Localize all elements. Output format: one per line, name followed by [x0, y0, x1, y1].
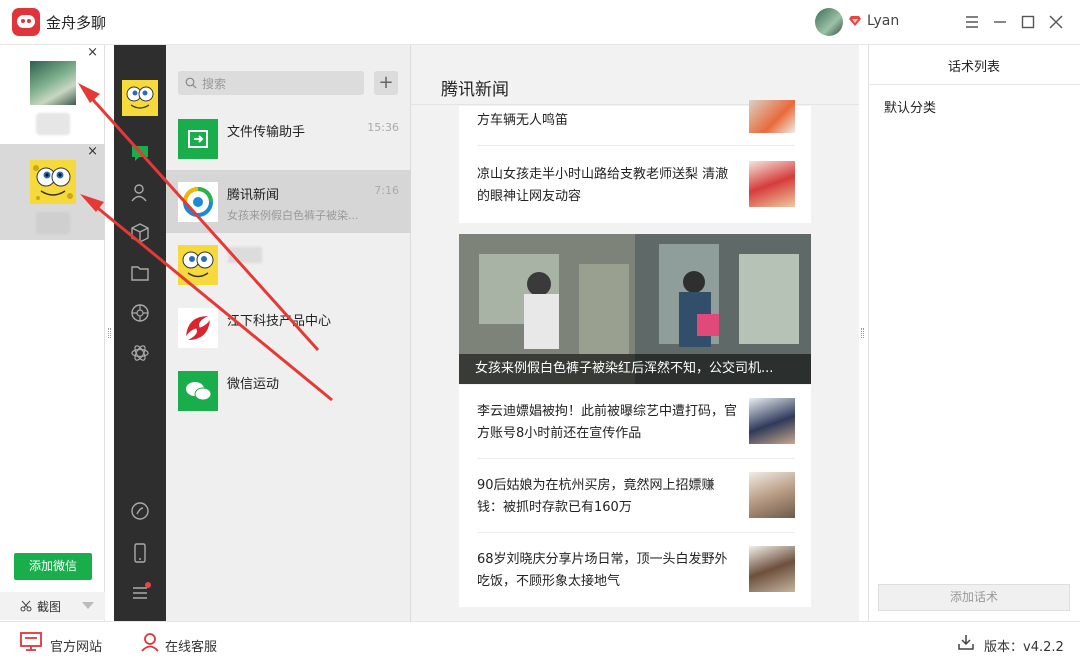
news-thumbnail — [749, 546, 795, 592]
title-bar — [0, 0, 1080, 45]
chat-item[interactable] — [166, 233, 411, 296]
news-thumbnail — [749, 100, 795, 133]
hero-caption: 女孩来例假白色裤子被染红后浑然不知，公交司机... — [459, 354, 811, 384]
jiangxia-tech-icon — [178, 308, 218, 348]
account-name-blurred — [36, 212, 70, 234]
file-transfer-icon — [178, 119, 218, 159]
menu-icon[interactable] — [962, 12, 982, 32]
add-wechat-button[interactable]: 添加微信 — [14, 553, 92, 580]
search-icon — [185, 77, 197, 89]
tencent-news-icon — [178, 182, 218, 222]
online-service-link[interactable]: 在线客服 — [165, 636, 217, 655]
chat-item[interactable]: 文件传输助手 15:36 — [166, 107, 411, 170]
user-avatar[interactable] — [815, 8, 843, 36]
favorites-cube-icon[interactable] — [129, 222, 151, 244]
settings-menu-icon[interactable] — [129, 582, 151, 604]
news-item[interactable]: 凉山女孩走半小时山路给支教老师送梨 清澈的眼神让网友动容 — [459, 148, 811, 220]
news-title: 李云迪嫖娼被拘！此前被曝综艺中遭打码，官方账号8小时前还在宣传作品 — [477, 404, 738, 441]
customer-service-icon — [141, 633, 159, 652]
news-card: 李云迪嫖娼被拘！此前被曝综艺中遭打码，官方账号8小时前还在宣传作品 90后姑娘为… — [459, 385, 811, 607]
moments-icon[interactable] — [129, 302, 151, 324]
chat-name: 文件传输助手 — [227, 125, 306, 140]
chat-preview: 女孩来例假白色裤子被染... — [227, 209, 359, 222]
account-column: × × — [0, 45, 105, 621]
scissors-icon — [20, 600, 32, 612]
default-category-item[interactable]: 默认分类 — [884, 97, 936, 116]
news-title: 90后姑娘为在杭州买房，竟然网上招嫖赚钱：被抓时存款已有160万 — [477, 478, 715, 515]
chat-name-blurred — [228, 247, 262, 263]
minimize-icon[interactable] — [990, 12, 1010, 32]
dropdown-arrow-icon[interactable] — [82, 602, 94, 609]
nav-rail — [114, 45, 166, 621]
add-script-button[interactable]: 添加话术 — [878, 584, 1070, 611]
splitter-handle[interactable] — [108, 328, 111, 338]
spongebob-avatar — [30, 160, 76, 204]
search-input[interactable]: 搜索 — [178, 71, 364, 95]
folder-icon[interactable] — [129, 262, 151, 284]
chat-name: 微信运动 — [227, 377, 280, 392]
user-name[interactable]: Lyan — [867, 13, 899, 29]
chat-name: 腾讯新闻 — [227, 188, 280, 203]
news-title: 凉山女孩走半小时山路给支教老师送梨 清澈的眼神让网友动容 — [477, 167, 729, 204]
close-account-icon[interactable]: × — [87, 45, 98, 60]
phone-icon[interactable] — [129, 542, 151, 564]
mini-program-icon[interactable] — [129, 342, 151, 364]
monitor-icon — [20, 632, 42, 651]
account-tab-active[interactable]: × — [0, 144, 105, 240]
chat-name: 江下科技产品中心 — [227, 314, 332, 329]
news-item[interactable]: 90后姑娘为在杭州买房，竟然网上招嫖赚钱：被抓时存款已有160万 — [459, 459, 811, 533]
spongebob-avatar — [178, 245, 218, 285]
footer-bar — [0, 621, 1080, 662]
screenshot-label: 截图 — [37, 600, 62, 614]
maximize-icon[interactable] — [1018, 12, 1038, 32]
news-thumbnail — [749, 398, 795, 444]
divider — [477, 145, 795, 146]
scripts-panel — [868, 45, 1080, 621]
download-update-icon[interactable] — [957, 633, 975, 651]
wechat-sport-icon — [178, 371, 218, 411]
close-account-icon[interactable]: × — [87, 144, 98, 159]
news-card: 方车辆无人鸣笛 凉山女孩走半小时山路给支教老师送梨 清澈的眼神让网友动容 — [459, 100, 811, 223]
news-item[interactable]: 李云迪嫖娼被拘！此前被曝综艺中遭打码，官方账号8小时前还在宣传作品 — [459, 385, 811, 459]
close-window-icon[interactable] — [1046, 12, 1066, 32]
conversation-title: 腾讯新闻 — [441, 80, 509, 100]
search-placeholder: 搜索 — [202, 77, 227, 91]
chat-item[interactable]: 微信运动 — [166, 359, 411, 422]
official-site-link[interactable]: 官方网站 — [50, 636, 102, 655]
app-title: 金舟多聊 — [46, 14, 107, 32]
rail-avatar[interactable] — [122, 80, 158, 116]
account-tab[interactable]: × — [0, 45, 105, 141]
account-avatar — [30, 61, 76, 105]
chat-time: 7:16 — [374, 184, 399, 197]
chat-icon[interactable] — [129, 142, 151, 164]
news-thumbnail — [749, 161, 795, 207]
channels-icon[interactable] — [129, 500, 151, 522]
chat-time: 15:36 — [367, 121, 399, 134]
add-chat-button[interactable]: + — [374, 71, 398, 95]
chat-item[interactable]: 江下科技产品中心 — [166, 296, 411, 359]
news-title: 方车辆无人鸣笛 — [477, 113, 569, 128]
version-label: 版本：v4.2.2 — [984, 640, 1064, 655]
news-item[interactable]: 68岁刘晓庆分享片场日常，顶一头白发野外吃饭，不顾形象太接地气 — [459, 533, 811, 607]
screenshot-tool[interactable]: 截图 — [0, 592, 105, 620]
chat-item-selected[interactable]: 腾讯新闻 7:16 女孩来例假白色裤子被染... — [166, 170, 411, 233]
divider — [868, 84, 1080, 85]
news-thumbnail — [749, 472, 795, 518]
contacts-icon[interactable] — [129, 182, 151, 204]
news-item[interactable]: 方车辆无人鸣笛 — [459, 100, 811, 146]
scripts-title: 话术列表 — [947, 60, 1000, 75]
news-title: 68岁刘晓庆分享片场日常，顶一头白发野外吃饭，不顾形象太接地气 — [477, 552, 728, 589]
splitter-handle[interactable] — [861, 328, 864, 338]
account-name-blurred — [36, 113, 70, 135]
vip-diamond-icon — [849, 16, 861, 26]
news-hero[interactable]: 女孩来例假白色裤子被染红后浑然不知，公交司机... — [459, 234, 811, 384]
app-logo-icon — [12, 8, 40, 36]
